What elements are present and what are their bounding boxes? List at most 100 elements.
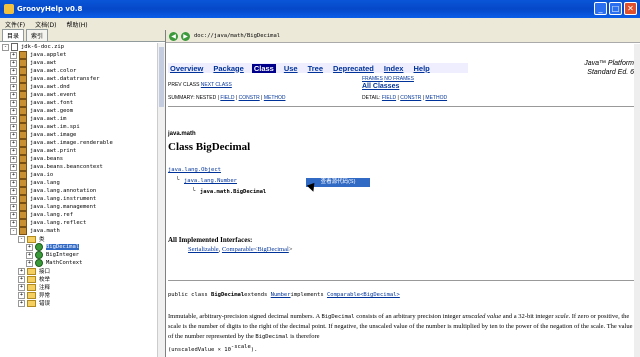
collapse-icon[interactable]: - bbox=[10, 227, 17, 235]
nav-deprecated[interactable]: Deprecated bbox=[331, 64, 376, 73]
tree-item[interactable]: + 错误 bbox=[0, 299, 158, 307]
expand-icon[interactable]: + bbox=[10, 99, 17, 107]
expand-icon[interactable]: + bbox=[10, 155, 17, 163]
tree-item[interactable]: + java.lang.instrument bbox=[0, 195, 158, 203]
collapse-icon[interactable]: - bbox=[18, 235, 25, 243]
back-icon[interactable]: ◀ bbox=[169, 31, 178, 41]
tree-item[interactable]: + java.lang bbox=[0, 179, 158, 187]
tree-item[interactable]: + 注释 bbox=[0, 283, 158, 291]
expand-icon[interactable]: + bbox=[10, 211, 17, 219]
frames-link[interactable]: FRAMES bbox=[362, 76, 383, 82]
nav-overview[interactable]: Overview bbox=[168, 64, 205, 73]
expand-icon[interactable]: + bbox=[10, 83, 17, 91]
tree-item[interactable]: + java.awt.im.spi bbox=[0, 123, 158, 131]
expand-icon[interactable]: + bbox=[18, 299, 25, 307]
decl-comparable-link[interactable]: Comparable<BigDecimal> bbox=[327, 292, 400, 298]
expand-icon[interactable]: + bbox=[10, 51, 17, 59]
bigdecimal-link[interactable]: BigDecimal bbox=[257, 246, 288, 253]
decl-number-link[interactable]: Number bbox=[271, 292, 291, 298]
hierarchy-number-link[interactable]: java.lang.Number bbox=[184, 178, 237, 184]
tree-item[interactable]: + java.lang.reflect bbox=[0, 219, 158, 227]
tab-contents[interactable]: 目录 bbox=[2, 29, 25, 41]
expand-icon[interactable]: + bbox=[10, 139, 17, 147]
tree-item[interactable]: + java.awt.dnd bbox=[0, 83, 158, 91]
hierarchy-object-link[interactable]: java.lang.Object bbox=[168, 167, 221, 173]
tree-item[interactable]: + java.awt.geom bbox=[0, 107, 158, 115]
expand-icon[interactable]: + bbox=[10, 75, 17, 83]
tree-item[interactable]: + 枚举 bbox=[0, 275, 158, 283]
tree-item[interactable]: + java.awt.event bbox=[0, 91, 158, 99]
close-button[interactable]: ✕ bbox=[624, 2, 637, 15]
nav-use[interactable]: Use bbox=[282, 64, 300, 73]
expand-icon[interactable]: + bbox=[10, 219, 17, 227]
menu-help[interactable]: 帮助(H) bbox=[61, 20, 92, 29]
detail-field-link[interactable]: FIELD bbox=[382, 95, 396, 101]
nav-help[interactable]: Help bbox=[411, 64, 431, 73]
no-frames-link[interactable]: NO FRAMES bbox=[384, 76, 414, 82]
expand-icon[interactable]: + bbox=[10, 59, 17, 67]
tree-item[interactable]: + java.beans.beancontext bbox=[0, 163, 158, 171]
address-field[interactable]: doc://java/math/BigDecimal bbox=[194, 33, 280, 39]
tree-scrollbar[interactable] bbox=[157, 43, 165, 357]
expand-icon[interactable]: + bbox=[10, 131, 17, 139]
tree-item[interactable]: + java.awt.image.renderable bbox=[0, 139, 158, 147]
tree-item[interactable]: + 接口 bbox=[0, 267, 158, 275]
expand-icon[interactable]: + bbox=[26, 243, 33, 251]
tree-item[interactable]: + java.awt.print bbox=[0, 147, 158, 155]
nav-tree[interactable]: Tree bbox=[306, 64, 325, 73]
forward-icon[interactable]: ▶ bbox=[181, 31, 190, 41]
expand-icon[interactable]: + bbox=[18, 291, 25, 299]
tree-item[interactable]: + java.awt bbox=[0, 59, 158, 67]
tree-item[interactable]: - java.math bbox=[0, 227, 158, 235]
scroll-thumb[interactable] bbox=[159, 47, 164, 107]
expand-icon[interactable]: + bbox=[10, 195, 17, 203]
content-scrollbar[interactable] bbox=[634, 44, 640, 357]
tree-item[interactable]: + java.awt.color bbox=[0, 67, 158, 75]
maximize-button[interactable]: □ bbox=[609, 2, 622, 15]
tree-item[interactable]: + java.awt.datatransfer bbox=[0, 75, 158, 83]
expand-icon[interactable]: + bbox=[10, 115, 17, 123]
expand-icon[interactable]: + bbox=[18, 267, 25, 275]
expand-icon[interactable]: + bbox=[10, 203, 17, 211]
expand-icon[interactable]: + bbox=[18, 275, 25, 283]
tree-item[interactable]: + BigDecimal bbox=[0, 243, 158, 251]
next-class-link[interactable]: NEXT CLASS bbox=[201, 82, 232, 88]
expand-icon[interactable]: + bbox=[10, 187, 17, 195]
expand-icon[interactable]: + bbox=[10, 91, 17, 99]
tree-item[interactable]: + java.beans bbox=[0, 155, 158, 163]
tree-item[interactable]: -类 bbox=[0, 235, 158, 243]
tree-item[interactable]: - jdk-6-doc.zip bbox=[0, 43, 158, 51]
expand-icon[interactable]: + bbox=[18, 283, 25, 291]
tree-item[interactable]: + BigInteger bbox=[0, 251, 158, 259]
minimize-button[interactable]: _ bbox=[594, 2, 607, 15]
tab-index[interactable]: 索引 bbox=[26, 29, 49, 41]
nav-package[interactable]: Package bbox=[211, 64, 245, 73]
tree-item[interactable]: + java.lang.annotation bbox=[0, 187, 158, 195]
expand-icon[interactable]: + bbox=[10, 179, 17, 187]
collapse-icon[interactable]: - bbox=[2, 43, 9, 51]
tree-item[interactable]: + MathContext bbox=[0, 259, 158, 267]
serializable-link[interactable]: Serializable bbox=[188, 246, 219, 253]
menu-document[interactable]: 文档(D) bbox=[30, 20, 61, 29]
tree-item[interactable]: + java.lang.management bbox=[0, 203, 158, 211]
tree-item[interactable]: + java.awt.im bbox=[0, 115, 158, 123]
expand-icon[interactable]: + bbox=[10, 171, 17, 179]
expand-icon[interactable]: + bbox=[26, 259, 33, 267]
tree-item[interactable]: + java.awt.image bbox=[0, 131, 158, 139]
nav-index[interactable]: Index bbox=[382, 64, 406, 73]
expand-icon[interactable]: + bbox=[10, 107, 17, 115]
summary-method-link[interactable]: METHOD bbox=[264, 95, 286, 101]
tree-item[interactable]: + java.io bbox=[0, 171, 158, 179]
detail-method-link[interactable]: METHOD bbox=[425, 95, 447, 101]
comparable-link[interactable]: Comparable< bbox=[222, 246, 257, 253]
expand-icon[interactable]: + bbox=[10, 163, 17, 171]
tree-item[interactable]: + java.awt.font bbox=[0, 99, 158, 107]
all-classes-link[interactable]: All Classes bbox=[362, 83, 399, 90]
expand-icon[interactable]: + bbox=[10, 67, 17, 75]
expand-icon[interactable]: + bbox=[10, 123, 17, 131]
menu-file[interactable]: 文件(F) bbox=[0, 20, 30, 29]
detail-constr-link[interactable]: CONSTR bbox=[400, 95, 421, 101]
expand-icon[interactable]: + bbox=[26, 251, 33, 259]
summary-constr-link[interactable]: CONSTR bbox=[239, 95, 260, 101]
summary-field-link[interactable]: FIELD bbox=[220, 95, 234, 101]
